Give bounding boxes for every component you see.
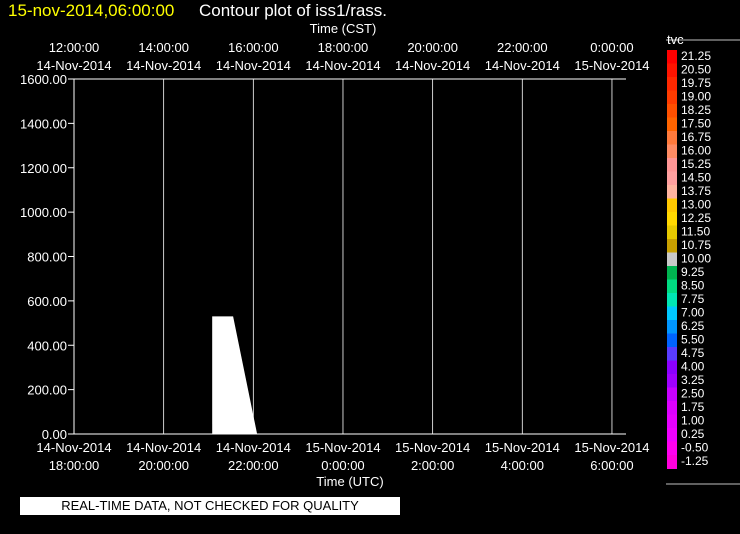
colorbar-level-label: -0.50 [681,441,709,455]
colorbar-swatch [667,212,677,226]
colorbar-level-label: 8.50 [681,279,705,293]
colorbar-level-label: 18.25 [681,103,711,117]
colorbar-level-label: 7.75 [681,292,705,306]
colorbar-level-label: 4.75 [681,346,705,360]
colorbar-level-label: 11.50 [681,225,710,239]
colorbar-level-label: 7.00 [681,306,705,320]
colorbar: 21.2520.5019.7519.0018.2517.5016.7516.00… [666,39,740,485]
colorbar-swatch [667,104,677,118]
colorbar-level-label: 16.75 [681,130,711,144]
colorbar-swatch [667,360,677,375]
colorbar-swatch [667,455,677,469]
colorbar-level-label: 19.75 [681,76,711,90]
colorbar-level-label: 6.25 [681,319,705,333]
colorbar-swatch [667,239,677,253]
colorbar-swatch [667,50,677,64]
colorbar-swatch [667,374,677,388]
colorbar-level-label: 14.50 [681,171,711,185]
colorbar-swatch [667,414,677,429]
colorbar-level-label: 1.75 [681,400,705,414]
colorbar-level-label: 15.25 [681,157,711,171]
colorbar-level-label: 16.00 [681,144,711,158]
colorbar-swatch [667,158,677,172]
colorbar-swatch [667,293,677,307]
colorbar-swatch [667,77,677,91]
colorbar-level-label: 21.25 [681,49,711,63]
colorbar-level-label: 3.25 [681,373,705,387]
colorbar-swatch [667,347,677,361]
colorbar-swatch [667,171,677,186]
colorbar-swatch [667,387,677,402]
colorbar-swatch [667,63,677,78]
colorbar-level-label: -1.25 [681,454,709,468]
colorbar-level-label: 20.50 [681,63,711,77]
colorbar-level-label: 1.00 [681,414,705,428]
colorbar-swatch [667,185,677,199]
colorbar-swatch [667,401,677,415]
colorbar-swatch [667,441,677,456]
colorbar-swatch [667,428,677,442]
colorbar-swatch [667,90,677,105]
colorbar-level-label: 5.50 [681,333,705,347]
colorbar-level-label: 10.00 [681,252,711,266]
colorbar-swatch [667,131,677,145]
colorbar-level-label: 12.25 [681,211,711,225]
colorbar-swatch [667,320,677,334]
colorbar-level-label: 0.25 [681,427,705,441]
colorbar-swatch [667,198,677,213]
colorbar-swatch [667,333,677,348]
colorbar-swatch [667,306,677,321]
colorbar-level-label: 2.50 [681,387,705,401]
colorbar-level-label: 10.75 [681,238,711,252]
colorbar-swatch [667,117,677,132]
colorbar-level-label: 19.00 [681,90,711,104]
colorbar-level-label: 17.50 [681,117,711,131]
colorbar-swatch [667,144,677,159]
colorbar-swatch [667,252,677,267]
colorbar-level-label: 13.75 [681,184,711,198]
colorbar-level-label: 4.00 [681,360,705,374]
colorbar-level-label: 9.25 [681,265,705,279]
colorbar-swatch [667,266,677,280]
colorbar-level-label: 13.00 [681,198,711,212]
colorbar-swatch [667,279,677,294]
colorbar-swatch [667,225,677,240]
